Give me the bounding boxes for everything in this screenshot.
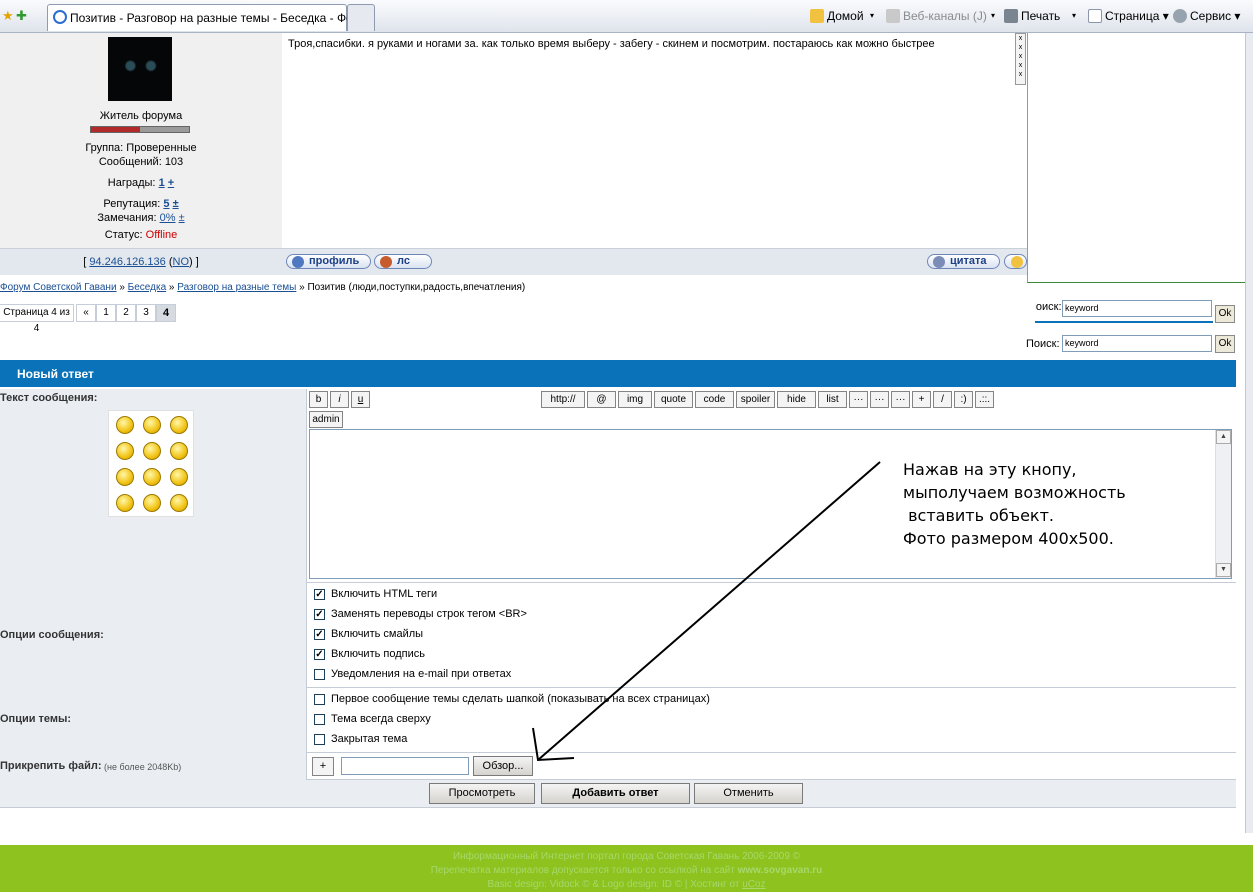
site-footer: Информационный Интернет портал города Со… — [0, 845, 1253, 892]
footer-host-link[interactable]: uCoz — [742, 879, 765, 890]
footer-site-link[interactable]: www.sovgavan.ru — [738, 865, 823, 876]
footer-line-2: Перепечатка материалов допускается тольк… — [430, 865, 823, 876]
footer-line-1: Информационный Интернет портал города Со… — [452, 851, 801, 862]
annotation-arrow — [532, 461, 881, 762]
footer-line-3: Basic design: Vidock © & Logo design: ID… — [487, 879, 766, 890]
